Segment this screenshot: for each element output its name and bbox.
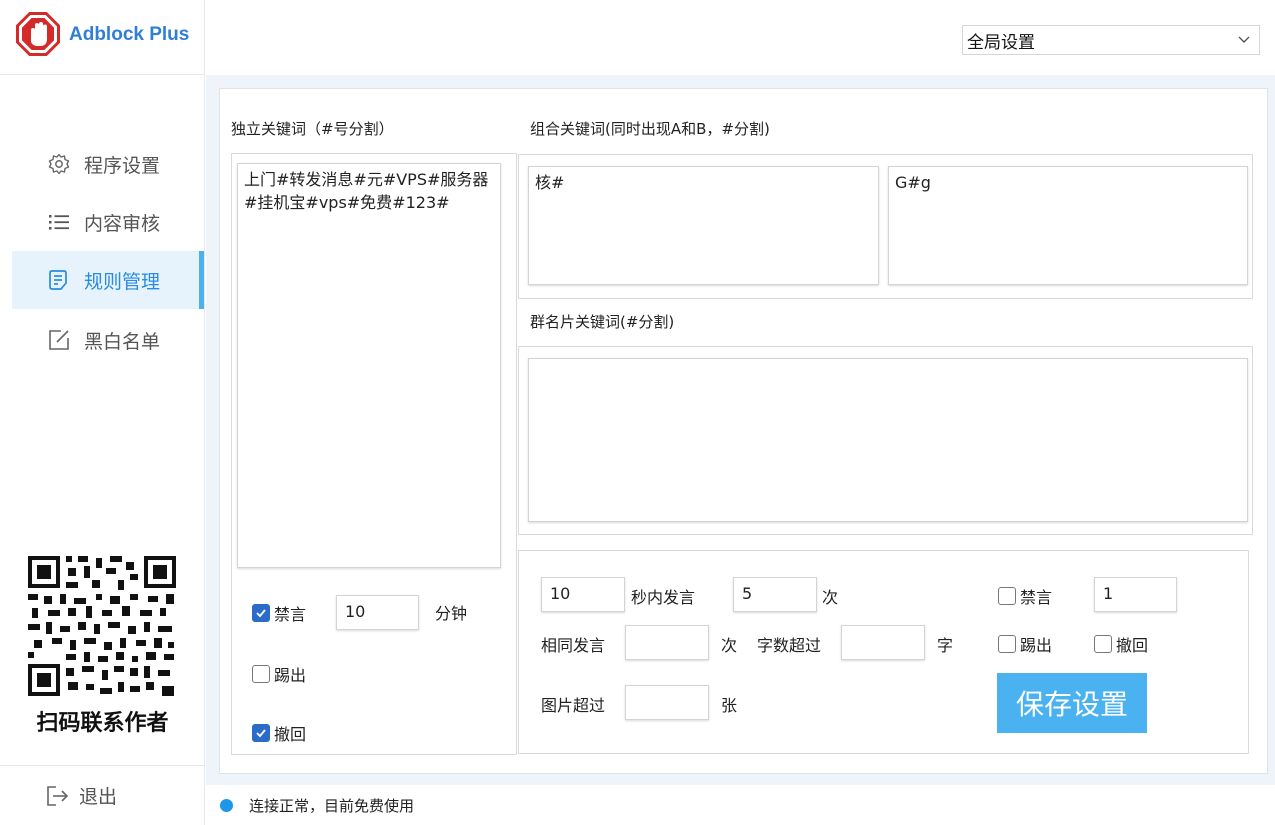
kick-checkbox[interactable]: 踢出	[252, 662, 306, 686]
same-message-unit: 次	[721, 636, 738, 655]
brand-name: Adblock Plus	[69, 24, 190, 45]
same-message-input[interactable]	[625, 625, 709, 660]
combo-keyword-b-input[interactable]: G#g	[888, 166, 1248, 285]
seconds-input[interactable]: 10	[541, 577, 625, 612]
sidebar: Adblock Plus 程序设置 内容审核 规则管理 黑白名单 扫码联系作者 …	[0, 0, 205, 825]
message-count-input[interactable]: 5	[733, 577, 817, 612]
sidebar-item-content-review[interactable]: 内容审核	[12, 193, 204, 251]
combo-keywords-label: 组合关键词(同时出现A和B，#分割)	[530, 120, 770, 138]
sidebar-item-blacklist[interactable]: 黑白名单	[12, 311, 204, 369]
sidebar-item-program-settings[interactable]: 程序设置	[12, 135, 204, 193]
flood-mute-checkbox[interactable]: 禁言	[998, 584, 1052, 608]
image-limit-label: 图片超过	[541, 696, 606, 715]
logout-label: 退出	[79, 786, 118, 808]
kick-label: 踢出	[274, 666, 307, 685]
scope-select-value: 全局设置	[967, 32, 1035, 53]
mute-minutes-input[interactable]: 10	[336, 595, 419, 630]
scope-select[interactable]: 全局设置	[962, 25, 1260, 55]
standalone-keywords-label: 独立关键词（#号分割）	[231, 120, 394, 138]
gear-icon	[46, 151, 72, 177]
sidebar-item-label: 程序设置	[84, 154, 161, 177]
flood-kick-label: 踢出	[1020, 636, 1053, 655]
chevron-down-icon	[1237, 32, 1251, 53]
logout-icon	[45, 783, 71, 809]
char-limit-label: 字数超过	[757, 636, 822, 655]
group-card-keywords-label: 群名片关键词(#分割)	[530, 313, 675, 331]
logout-button[interactable]: 退出	[0, 765, 205, 825]
qr-caption: 扫码联系作者	[36, 711, 169, 736]
group-card-keywords-input[interactable]	[528, 358, 1248, 522]
mute-checkbox[interactable]: 禁言	[252, 601, 306, 625]
app-logo: Adblock Plus	[0, 0, 205, 75]
flood-recall-label: 撤回	[1116, 636, 1149, 655]
flood-kick-checkbox[interactable]: 踢出	[998, 632, 1052, 656]
status-bar: 连接正常，目前免费使用	[206, 785, 1275, 825]
standalone-keywords-input[interactable]: 上门#转发消息#元#VPS#服务器#挂机宝#vps#免费#123#	[237, 163, 501, 568]
mute-label: 禁言	[274, 605, 307, 624]
image-limit-unit: 张	[721, 696, 738, 715]
char-limit-unit: 字	[937, 636, 954, 655]
flood-mute-label: 禁言	[1020, 588, 1053, 607]
sidebar-item-rules[interactable]: 规则管理	[12, 251, 204, 309]
same-message-label: 相同发言	[541, 636, 606, 655]
status-text: 连接正常，目前免费使用	[249, 796, 415, 815]
sidebar-item-label: 规则管理	[84, 270, 161, 293]
count-unit: 次	[822, 588, 839, 607]
edit-icon	[46, 327, 72, 353]
seconds-label: 秒内发言	[631, 588, 696, 607]
recall-label: 撤回	[274, 725, 307, 744]
combo-keyword-a-input[interactable]: 核#	[528, 166, 879, 285]
sidebar-item-label: 内容审核	[84, 212, 161, 235]
sidebar-item-label: 黑白名单	[84, 330, 161, 353]
minutes-unit: 分钟	[435, 604, 468, 623]
flood-mute-input[interactable]: 1	[1094, 577, 1177, 612]
hand-icon	[31, 22, 47, 46]
list-icon	[46, 209, 72, 235]
flood-recall-checkbox[interactable]: 撤回	[1094, 632, 1148, 656]
checkmark-icon	[252, 724, 270, 742]
document-icon	[46, 267, 72, 293]
recall-checkbox[interactable]: 撤回	[252, 721, 306, 745]
char-limit-input[interactable]	[841, 625, 925, 660]
qr-code-image	[26, 554, 178, 698]
image-limit-input[interactable]	[625, 685, 709, 720]
checkmark-icon	[252, 604, 270, 622]
connection-status-icon	[220, 798, 233, 812]
save-settings-button[interactable]: 保存设置	[997, 673, 1147, 733]
